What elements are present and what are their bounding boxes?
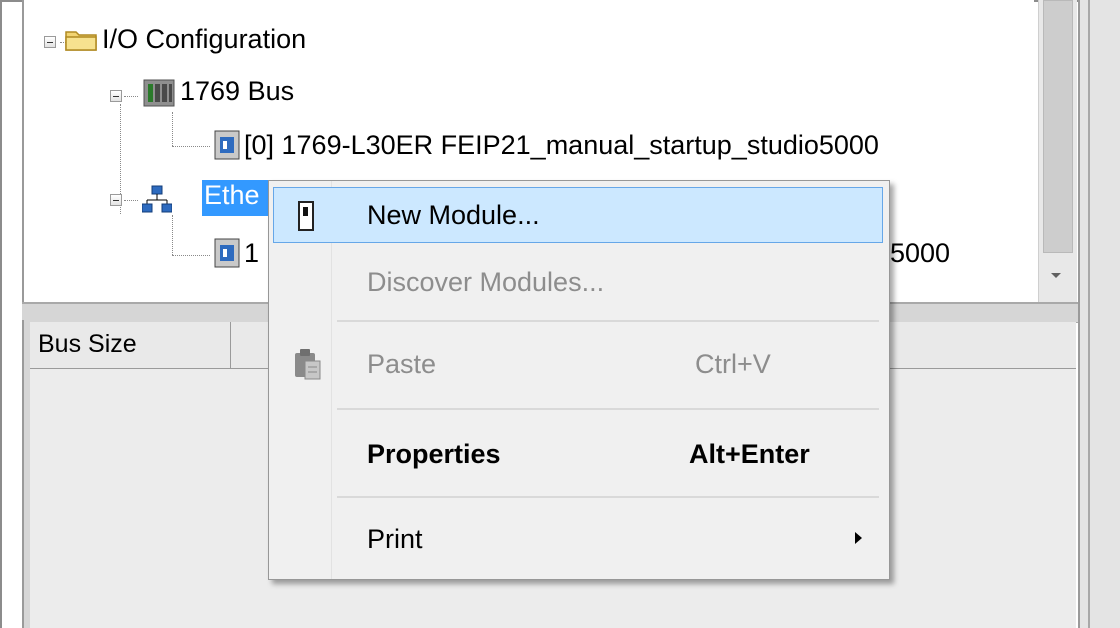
submenu-arrow-icon: [855, 532, 862, 544]
menu-item-discover-modules[interactable]: Discover Modules...: [273, 255, 883, 311]
menu-item-properties[interactable]: Properties Alt+Enter: [273, 427, 883, 483]
menu-item-shortcut: Ctrl+V: [695, 349, 771, 379]
controller-module-icon: [214, 130, 240, 160]
collapse-toggle-ethernet[interactable]: [110, 194, 122, 206]
tree-line: [172, 215, 173, 255]
menu-item-label: Discover Modules...: [367, 267, 605, 297]
collapse-toggle-1769-bus[interactable]: [110, 90, 122, 102]
tree-item-controller[interactable]: [0] 1769-L30ER FEIP21_manual_startup_stu…: [244, 130, 879, 161]
ethernet-module-icon: [214, 238, 240, 268]
tree-line: [172, 146, 210, 147]
tree-item-ethernet-module-tail: 5000: [890, 238, 951, 268]
tree-line: [172, 112, 173, 146]
menu-item-paste[interactable]: Paste Ctrl+V: [273, 337, 883, 393]
tree-item-1769-bus[interactable]: 1769 Bus: [180, 76, 294, 107]
menu-separator: [337, 408, 879, 410]
scroll-down-arrow-icon[interactable]: [1051, 273, 1061, 278]
tree-item-ethernet-module[interactable]: 1: [244, 238, 259, 269]
backplane-icon: [143, 79, 175, 107]
collapse-toggle-io-config[interactable]: [44, 36, 56, 48]
menu-item-new-module[interactable]: New Module...: [273, 187, 883, 243]
menu-item-label: Paste: [367, 349, 437, 379]
menu-item-label: Properties: [367, 439, 501, 469]
menu-item-label: Print: [367, 524, 423, 554]
tree-line: [172, 255, 210, 256]
tree-item-io-configuration[interactable]: I/O Configuration: [102, 24, 306, 55]
tree-line: [124, 200, 138, 201]
new-module-icon: [298, 201, 314, 231]
menu-separator: [337, 496, 879, 498]
column-header-bus-size[interactable]: Bus Size: [38, 330, 137, 359]
folder-icon: [65, 31, 97, 51]
context-menu: New Module... Discover Modules... Paste …: [268, 180, 890, 580]
menu-item-shortcut: Alt+Enter: [689, 439, 810, 469]
window-right-edge: [1078, 0, 1120, 628]
tree-line: [124, 96, 138, 97]
menu-separator: [337, 320, 879, 322]
ethernet-network-icon: [142, 185, 172, 213]
menu-item-label: New Module...: [367, 200, 540, 230]
menu-item-print[interactable]: Print: [273, 512, 883, 568]
paste-icon: [295, 349, 321, 380]
tree-vertical-scrollbar[interactable]: [1038, 0, 1077, 302]
scrollbar-thumb[interactable]: [1043, 0, 1073, 253]
column-separator[interactable]: [230, 322, 231, 368]
